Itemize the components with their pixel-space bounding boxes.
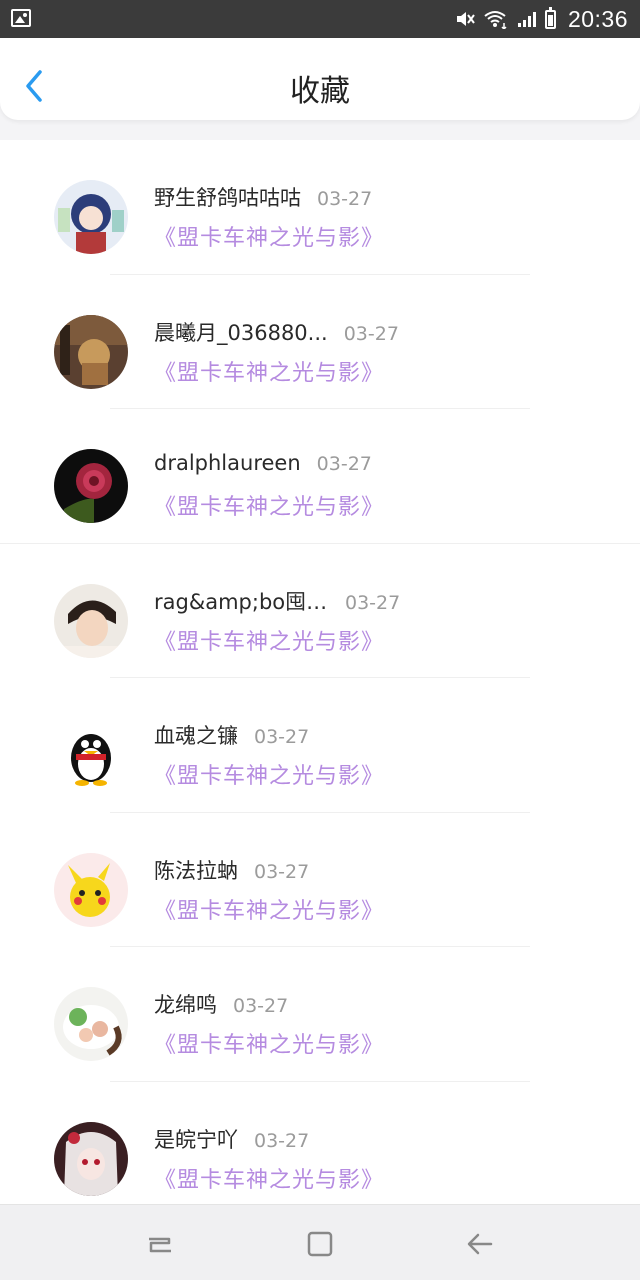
avatar[interactable] — [54, 180, 128, 254]
item-date: 03-27 — [254, 726, 310, 748]
item-date: 03-27 — [254, 860, 310, 883]
book-title-link[interactable]: 《盟卡车神之光与影》 — [154, 489, 384, 521]
avatar[interactable] — [54, 314, 128, 389]
list-item[interactable]: 野生舒鸽咕咕咕 03-27 《盟卡车神之光与影》 — [0, 140, 640, 275]
list-item[interactable]: 陈法拉蚋 03-27 《盟卡车神之光与影》 — [0, 813, 640, 947]
user-name: 血魂之镰 — [154, 724, 238, 748]
book-title-link[interactable]: 《盟卡车神之光与影》 — [154, 220, 384, 252]
signal-icon — [517, 12, 536, 27]
app-header: 收藏 — [0, 38, 640, 120]
book-title-link[interactable]: 《盟卡车神之光与影》 — [154, 758, 384, 790]
item-date: 03-27 — [343, 322, 399, 345]
wifi-icon — [484, 11, 507, 29]
avatar[interactable] — [54, 1121, 128, 1196]
list-item[interactable]: 血魂之镰 03-27 《盟卡车神之光与影》 — [0, 678, 640, 813]
status-time: 20:36 — [567, 5, 628, 32]
user-name: dralphlaureen — [154, 451, 301, 475]
item-date: 03-27 — [345, 591, 401, 614]
home-icon[interactable] — [303, 1227, 337, 1261]
item-date: 03-27 — [317, 188, 373, 210]
list-item[interactable]: 龙绵鸣 03-27 《盟卡车神之光与影》 — [0, 947, 640, 1082]
book-title-link[interactable]: 《盟卡车神之光与影》 — [154, 1027, 384, 1059]
user-name: 龙绵鸣 — [154, 993, 217, 1017]
avatar[interactable] — [54, 852, 128, 927]
list-item[interactable]: rag&amp;bo囤n... 03-27 《盟卡车神之光与影》 — [0, 544, 640, 678]
avatar[interactable] — [54, 718, 128, 792]
item-date: 03-27 — [233, 995, 289, 1017]
favorites-list: 野生舒鸽咕咕咕 03-27 《盟卡车神之光与影》 晨曦月_036880... 0… — [0, 140, 640, 1204]
book-title-link[interactable]: 《盟卡车神之光与影》 — [154, 893, 384, 925]
item-date: 03-27 — [254, 1129, 310, 1152]
item-date: 03-27 — [316, 453, 372, 475]
user-name: 晨曦月_036880... — [154, 320, 328, 345]
gallery-notification-icon — [11, 9, 31, 27]
system-nav-bar — [0, 1204, 640, 1280]
user-name: 是皖宁吖 — [154, 1127, 238, 1152]
back-nav-icon[interactable] — [463, 1227, 497, 1261]
book-title-link[interactable]: 《盟卡车神之光与影》 — [154, 1162, 384, 1194]
list-item[interactable]: dralphlaureen 03-27 《盟卡车神之光与影》 — [0, 409, 640, 544]
avatar[interactable] — [54, 583, 128, 658]
avatar[interactable] — [54, 987, 128, 1061]
list-item[interactable]: 晨曦月_036880... 03-27 《盟卡车神之光与影》 — [0, 275, 640, 409]
mute-icon — [456, 12, 475, 26]
list-item[interactable]: 是皖宁吖 03-27 《盟卡车神之光与影》 — [0, 1082, 640, 1205]
recent-apps-icon[interactable] — [143, 1227, 177, 1261]
page-title: 收藏 — [290, 74, 350, 109]
avatar[interactable] — [54, 449, 128, 523]
user-name: 野生舒鸽咕咕咕 — [154, 186, 301, 210]
battery-icon — [544, 6, 556, 29]
book-title-link[interactable]: 《盟卡车神之光与影》 — [154, 624, 384, 656]
user-name: 陈法拉蚋 — [154, 858, 238, 883]
book-title-link[interactable]: 《盟卡车神之光与影》 — [154, 355, 384, 387]
status-bar: 20:36 — [0, 0, 640, 38]
status-icons: 20:36 — [455, 0, 628, 38]
user-name: rag&amp;bo囤n... — [154, 589, 329, 614]
